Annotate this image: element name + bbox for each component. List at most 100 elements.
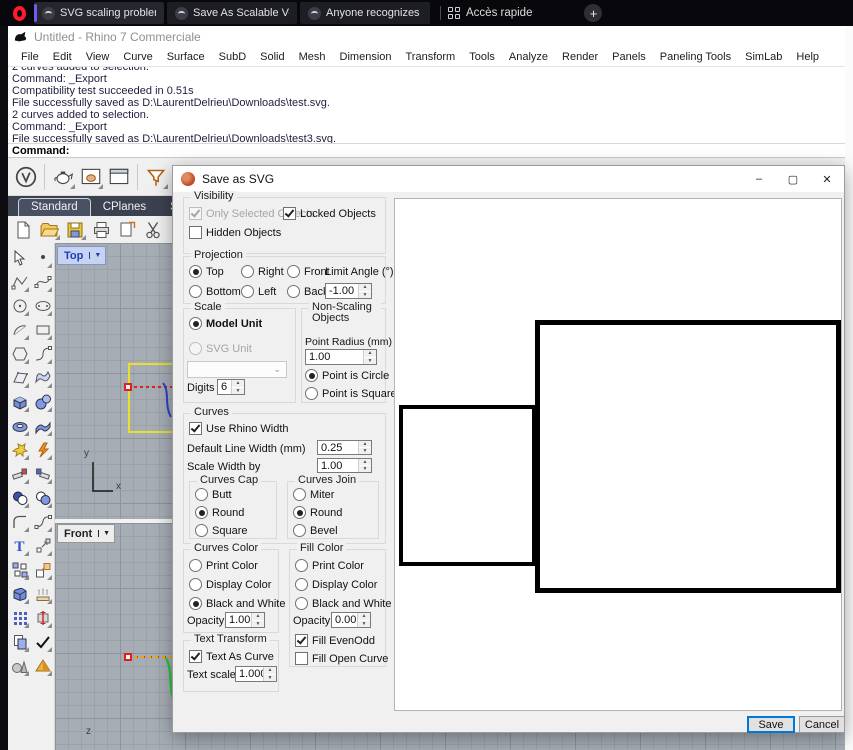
browser-tab-3[interactable]: Anyone recognizes this pl	[300, 2, 430, 24]
limit-angle-value[interactable]	[326, 284, 358, 298]
fillet-curve-tool-icon[interactable]	[9, 510, 31, 534]
projection-back-radio[interactable]: Back	[287, 285, 328, 298]
pointer-tool-icon[interactable]	[9, 246, 31, 270]
fill-open-curve-checkbox[interactable]: Fill Open Curve	[295, 652, 388, 665]
menu-simlab[interactable]: SimLab	[738, 51, 789, 63]
maximize-button[interactable]: ▢	[776, 167, 810, 191]
menu-mesh[interactable]: Mesh	[292, 51, 333, 63]
curves-black-white-radio[interactable]: Black and White	[189, 597, 285, 610]
digits-input[interactable]: ▲▼	[217, 379, 245, 395]
text-as-curve-checkbox[interactable]: Text As Curve	[189, 650, 274, 663]
new-tab-button[interactable]: +	[584, 4, 602, 22]
menu-transform[interactable]: Transform	[399, 51, 463, 63]
blend-handle-tool-icon[interactable]	[32, 510, 54, 534]
open-folder-icon[interactable]	[36, 218, 62, 242]
digits-value[interactable]	[218, 380, 231, 394]
blend-curve-tool-icon[interactable]	[32, 342, 54, 366]
close-button[interactable]: ✕	[810, 167, 844, 191]
point-is-circle-radio[interactable]: Point is Circle	[305, 369, 389, 382]
menu-curve[interactable]: Curve	[116, 51, 159, 63]
opera-logo-icon[interactable]	[4, 1, 34, 25]
menu-analyze[interactable]: Analyze	[502, 51, 555, 63]
menu-panels[interactable]: Panels	[605, 51, 653, 63]
join-bevel-radio[interactable]: Bevel	[293, 524, 338, 537]
point-tool-icon[interactable]	[32, 246, 54, 270]
browser-tab-2[interactable]: Save As Scalable Vector G	[167, 2, 297, 24]
spinner-buttons[interactable]: ▲▼	[231, 380, 244, 394]
arc-tool-icon[interactable]	[9, 318, 31, 342]
projection-top-radio[interactable]: Top	[189, 265, 224, 278]
scale-width-by-input[interactable]: ▲▼	[317, 458, 372, 473]
curves-opacity-value[interactable]	[226, 613, 251, 627]
menu-help[interactable]: Help	[789, 51, 826, 63]
move-point-tool-icon[interactable]	[32, 534, 54, 558]
curves-print-color-radio[interactable]: Print Color	[189, 559, 258, 572]
point-radius-value[interactable]	[306, 350, 363, 364]
viewport-menu-caret-icon[interactable]: ▼	[98, 530, 114, 537]
fill-display-color-radio[interactable]: Display Color	[295, 578, 377, 591]
fill-print-color-radio[interactable]: Print Color	[295, 559, 364, 572]
fillet-flash-tool-icon[interactable]	[32, 438, 54, 462]
ellipse-tool-icon[interactable]	[32, 294, 54, 318]
transform-tool-icon[interactable]	[32, 558, 54, 582]
default-line-width-value[interactable]	[318, 441, 358, 454]
quick-access-button[interactable]: Accès rapide	[448, 7, 532, 19]
projection-bottom-radio[interactable]: Bottom	[189, 285, 241, 298]
menu-subd[interactable]: SubD	[212, 51, 254, 63]
array-rect-tool-icon[interactable]	[9, 558, 31, 582]
new-document-icon[interactable]	[10, 218, 36, 242]
projection-right-radio[interactable]: Right	[241, 265, 284, 278]
curves-display-color-radio[interactable]: Display Color	[189, 578, 271, 591]
save-button[interactable]: Save	[747, 716, 795, 733]
sweep-surface-tool-icon[interactable]	[32, 366, 54, 390]
menu-edit[interactable]: Edit	[46, 51, 79, 63]
spinner-buttons[interactable]: ▲▼	[263, 667, 276, 681]
viewport-menu-caret-icon[interactable]: ▼	[89, 252, 105, 259]
check-tool-icon[interactable]	[32, 630, 54, 654]
command-history[interactable]: 2 curves added to selection. Command: _E…	[8, 66, 845, 143]
default-line-width-input[interactable]: ▲▼	[317, 440, 372, 455]
text-scale-input[interactable]: ▲▼	[235, 666, 277, 682]
hidden-objects-checkbox[interactable]: Hidden Objects	[189, 226, 281, 239]
projection-left-radio[interactable]: Left	[241, 285, 276, 298]
menu-view[interactable]: View	[79, 51, 117, 63]
cap-butt-radio[interactable]: Butt	[195, 488, 232, 501]
circle-tool-icon[interactable]	[9, 294, 31, 318]
spinner-buttons[interactable]: ▲▼	[358, 459, 371, 472]
explode-tool-icon[interactable]	[9, 438, 31, 462]
limit-angle-input[interactable]: ▲▼	[325, 283, 372, 299]
tab-cplanes[interactable]: CPlanes	[91, 199, 158, 216]
spinner-buttons[interactable]: ▲▼	[357, 613, 370, 627]
boolean-diff-tool-icon[interactable]	[32, 486, 54, 510]
join-round-radio[interactable]: Round	[293, 506, 342, 519]
copy-clipboard-icon[interactable]	[114, 218, 140, 242]
command-prompt[interactable]: Command:	[8, 143, 845, 158]
menu-render[interactable]: Render	[555, 51, 605, 63]
spinner-buttons[interactable]: ▲▼	[363, 350, 376, 364]
patch-tool-icon[interactable]	[32, 414, 54, 438]
polygon-tool-icon[interactable]	[9, 342, 31, 366]
fill-opacity-value[interactable]	[332, 613, 357, 627]
tab-standard[interactable]: Standard	[18, 198, 91, 216]
fill-evenodd-checkbox[interactable]: Fill EvenOdd	[295, 634, 375, 647]
locked-objects-checkbox[interactable]: Locked Objects	[283, 207, 376, 220]
viewport-top-label[interactable]: Top ▼	[57, 246, 106, 265]
scale-width-by-value[interactable]	[318, 459, 358, 472]
join-miter-radio[interactable]: Miter	[293, 488, 334, 501]
cut-scissors-icon[interactable]	[140, 218, 166, 242]
selection-filter-icon[interactable]	[142, 163, 170, 191]
unit-dropdown[interactable]: ⌄	[187, 361, 287, 378]
browser-tab-1[interactable]: SVG scaling problem - Rh	[34, 2, 164, 24]
save-floppy-icon[interactable]	[62, 218, 88, 242]
spinner-buttons[interactable]: ▲▼	[358, 284, 371, 298]
copy-objects-tool-icon[interactable]	[9, 630, 31, 654]
extrude-a-tool-icon[interactable]	[9, 462, 31, 486]
center-line-tool-icon[interactable]	[32, 606, 54, 630]
rectangle-tool-icon[interactable]	[32, 318, 54, 342]
polyline-tool-icon[interactable]	[9, 270, 31, 294]
solid-box-tool-icon[interactable]	[9, 582, 31, 606]
cap-round-radio[interactable]: Round	[195, 506, 244, 519]
floating-viewport-icon[interactable]	[105, 163, 133, 191]
torus-tool-icon[interactable]	[9, 414, 31, 438]
fill-opacity-input[interactable]: ▲▼	[331, 612, 371, 628]
